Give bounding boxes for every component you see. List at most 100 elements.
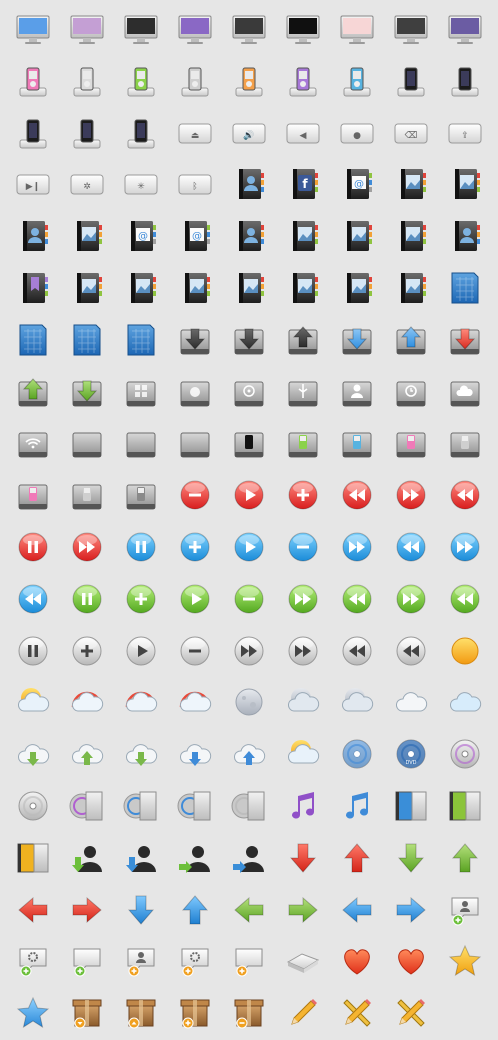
bookmark-book-icon (6, 261, 60, 315)
wifi-drive-icon (6, 416, 60, 470)
pause-button-icon (6, 520, 60, 574)
photo-book-icon (438, 157, 492, 211)
pencil-ruler-icon (330, 986, 384, 1040)
photo-book-icon (60, 261, 114, 315)
sun-icon (438, 624, 492, 678)
user-transfer-icon (168, 831, 222, 885)
arrow-down-icon (276, 831, 330, 885)
plus-button-icon (168, 520, 222, 574)
photo-book-icon (168, 261, 222, 315)
heart-icon (384, 934, 438, 988)
arrow-down-icon (384, 831, 438, 885)
plus-button-icon (60, 624, 114, 678)
rewind-button-icon (384, 624, 438, 678)
rainbow-cloud-icon (114, 675, 168, 729)
upload-drive-icon (276, 313, 330, 367)
download-drive-icon (438, 313, 492, 367)
imac-icon (6, 2, 60, 56)
photo-book-icon (384, 209, 438, 263)
play-pause-key-icon: ▶❙ (6, 157, 60, 211)
download-drive-icon (60, 365, 114, 419)
music-note-icon (276, 779, 330, 833)
svg-text:⌫: ⌫ (404, 131, 418, 141)
user-download-icon (60, 831, 114, 885)
disc-case-icon (114, 779, 168, 833)
arrow-right-icon (384, 883, 438, 937)
rewind-button-icon (330, 572, 384, 626)
arrow-left-icon (6, 883, 60, 937)
svg-text:@: @ (138, 231, 148, 242)
cloud-download-icon (6, 727, 60, 781)
ipod-drive-icon (6, 468, 60, 522)
cd-disc-icon (6, 779, 60, 833)
upload-drive-icon (6, 365, 60, 419)
icon-grid: ⏏ 🔊 ◀ ● ⌫ ⇪ ▶❙ ✲ ✳ ᛒ f @ @ @ DVD (0, 0, 498, 1029)
blueprint-icon (60, 313, 114, 367)
ipod-dock-icon (114, 54, 168, 108)
sun-cloud-icon (6, 675, 60, 729)
fast-forward-button-icon (222, 624, 276, 678)
fast-forward-button-icon (276, 624, 330, 678)
svg-text:✲: ✲ (83, 182, 91, 192)
cd-disc-icon (438, 727, 492, 781)
dvd-case-icon (384, 779, 438, 833)
download-drive-icon (222, 313, 276, 367)
fast-forward-button-icon (330, 520, 384, 574)
cloud-upload-icon (60, 727, 114, 781)
ipod-drive-icon (384, 416, 438, 470)
ipod-dock-icon (330, 54, 384, 108)
pause-button-icon (6, 624, 60, 678)
photo-book-icon (384, 261, 438, 315)
ipod-drive-icon (276, 416, 330, 470)
dvd-disc-icon: DVD (384, 727, 438, 781)
pause-button-icon (60, 572, 114, 626)
moon-cloud-icon (330, 675, 384, 729)
arrow-right-icon (276, 883, 330, 937)
brightness-key-icon: ✲ (60, 157, 114, 211)
star-icon (6, 986, 60, 1040)
email-book-icon: @ (114, 209, 168, 263)
arrow-left-icon (330, 883, 384, 937)
facebook-book-icon: f (276, 157, 330, 211)
pencil-icon (276, 986, 330, 1040)
ipod-drive-icon (438, 416, 492, 470)
pause-button-icon (114, 520, 168, 574)
photo-book-icon (222, 261, 276, 315)
cloud-drive-icon (438, 365, 492, 419)
rainbow-cloud-icon (60, 675, 114, 729)
ipod-dock-icon (168, 54, 222, 108)
volume-low-key-icon: ◀ (276, 106, 330, 160)
user-transfer-icon (222, 831, 276, 885)
moon-icon (222, 675, 276, 729)
upload-key-icon: ⇪ (438, 106, 492, 160)
chat-add-icon (60, 934, 114, 988)
rewind-button-icon (384, 520, 438, 574)
play-button-icon (168, 572, 222, 626)
arrow-down-icon (114, 883, 168, 937)
rewind-button-icon (330, 624, 384, 678)
ipod-drive-icon (330, 416, 384, 470)
cloud-upload-icon (222, 727, 276, 781)
minus-button-icon (222, 572, 276, 626)
iphone-drive-icon (222, 416, 276, 470)
blueprint-icon (438, 261, 492, 315)
pencil-ruler-icon (384, 986, 438, 1040)
ipod-dock-icon (6, 54, 60, 108)
arrow-up-icon (438, 831, 492, 885)
hard-drive-icon (114, 416, 168, 470)
svg-text:▶❙: ▶❙ (26, 182, 40, 192)
iphone-dock-icon (6, 106, 60, 160)
user-chat-add-icon (438, 883, 492, 937)
svg-text:⏏: ⏏ (191, 131, 200, 141)
ipod-drive-icon (114, 468, 168, 522)
imac-icon (438, 2, 492, 56)
arrow-up-icon (330, 831, 384, 885)
ipod-dock-icon (60, 54, 114, 108)
disc-case-icon (168, 779, 222, 833)
photo-book-icon (60, 209, 114, 263)
address-book-icon (6, 209, 60, 263)
minus-button-icon (168, 468, 222, 522)
settings-chat-add-icon (6, 934, 60, 988)
minus-button-icon (168, 624, 222, 678)
rainbow-cloud-icon (168, 675, 222, 729)
